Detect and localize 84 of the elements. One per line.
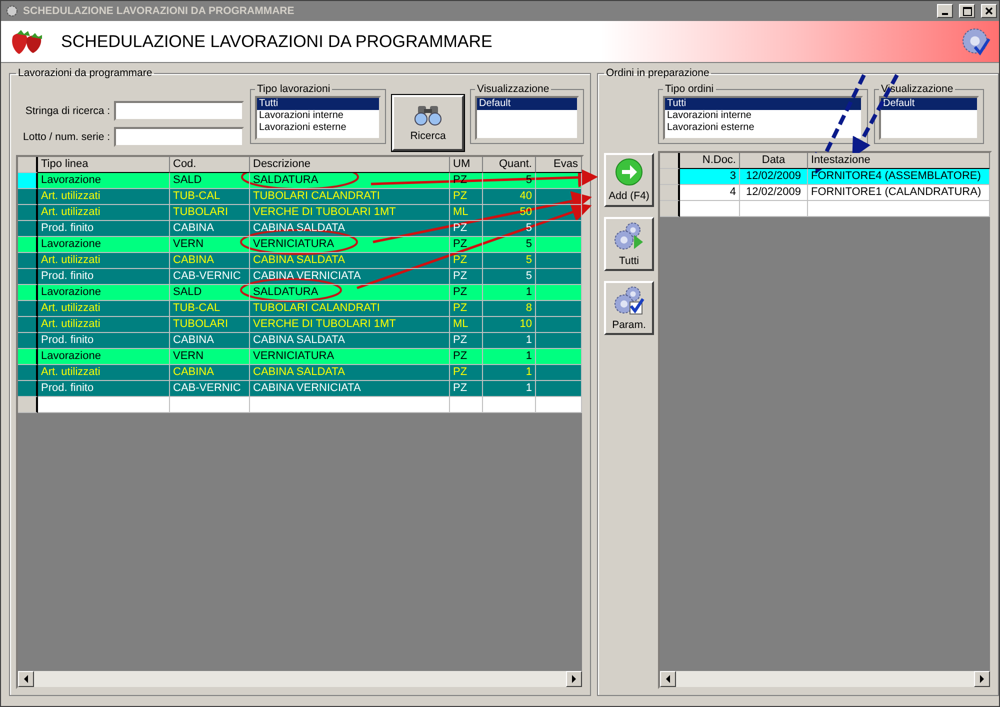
binoculars-icon bbox=[412, 104, 444, 126]
input-field[interactable] bbox=[114, 101, 244, 121]
right-arrow-icon bbox=[979, 675, 985, 683]
maximize-button[interactable] bbox=[959, 4, 975, 18]
group-title: Visualizzazione bbox=[880, 83, 954, 95]
table-row[interactable]: Art. utilizzati TUBOLARI VERCHE DI TUBOLARI 1MT ML 10 bbox=[18, 317, 582, 333]
column-header[interactable]: Tipo linea bbox=[38, 157, 170, 173]
group-title: Ordini in preparazione bbox=[605, 67, 710, 79]
list-box[interactable]: Default bbox=[475, 96, 579, 140]
table-row[interactable]: Lavorazione SALD SALDATURA PZ 1 bbox=[18, 285, 582, 301]
table-row[interactable]: Art. utilizzati CABINA CABINA SALDATA PZ 5 bbox=[18, 253, 582, 269]
gear-check-icon bbox=[961, 26, 991, 56]
table-row[interactable]: Prod. finito CABINA CABINA SALDATA PZ 1 bbox=[18, 333, 582, 349]
row-selector[interactable] bbox=[18, 349, 38, 365]
list-item[interactable]: Lavorazioni esterne bbox=[257, 122, 379, 134]
close-button[interactable] bbox=[981, 4, 997, 18]
gears-play-icon bbox=[613, 221, 645, 251]
row-selector[interactable] bbox=[18, 269, 38, 285]
column-header[interactable]: Intestazione bbox=[808, 153, 990, 169]
row-selector[interactable] bbox=[18, 253, 38, 269]
group-title: Visualizzazione bbox=[476, 83, 550, 95]
page-title: SCHEDULAZIONE LAVORAZIONI DA PROGRAMMARE bbox=[61, 32, 494, 52]
table-row[interactable]: Prod. finito CAB-VERNIC CABINA VERNICIATA PZ 1 bbox=[18, 381, 582, 397]
toolbar-button[interactable]: Tutti bbox=[604, 217, 654, 271]
row-selector[interactable] bbox=[18, 189, 38, 205]
table-row[interactable]: Art. utilizzati TUB-CAL TUBOLARI CALANDRATI PZ 40 bbox=[18, 189, 582, 205]
table-row[interactable]: Lavorazione VERN VERNICIATURA PZ 1 bbox=[18, 349, 582, 365]
minimize-button[interactable] bbox=[937, 4, 953, 18]
row-selector[interactable] bbox=[18, 365, 38, 381]
column-header[interactable]: Cod. bbox=[170, 157, 250, 173]
column-header[interactable]: Quant. bbox=[483, 157, 536, 173]
input-field[interactable] bbox=[114, 127, 244, 147]
list-item[interactable]: Default bbox=[881, 98, 977, 110]
list-item[interactable]: Tutti bbox=[665, 98, 861, 110]
list-box[interactable]: Tutti Lavorazioni interne Lavorazioni esterne bbox=[663, 96, 863, 140]
column-header[interactable]: Descrizione bbox=[250, 157, 450, 173]
table-row[interactable]: 4 12/02/2009 FORNITORE1 (CALANDRATURA) bbox=[660, 185, 990, 201]
row-selector[interactable] bbox=[18, 333, 38, 349]
list-item[interactable]: Default bbox=[477, 98, 577, 110]
list-item[interactable]: Lavorazioni interne bbox=[257, 110, 379, 122]
row-selector[interactable] bbox=[660, 185, 680, 201]
search-button[interactable]: Ricerca bbox=[392, 95, 464, 151]
left-arrow-icon bbox=[665, 675, 671, 683]
close-icon bbox=[985, 7, 993, 15]
row-selector[interactable] bbox=[18, 381, 38, 397]
table-row[interactable]: Prod. finito CAB-VERNIC CABINA VERNICIATA PZ 5 bbox=[18, 269, 582, 285]
group-title: Tipo ordini bbox=[664, 83, 715, 95]
list-item[interactable]: Lavorazioni esterne bbox=[665, 122, 861, 134]
row-selector[interactable] bbox=[18, 285, 38, 301]
toolbar-button[interactable]: Param. bbox=[604, 281, 654, 335]
window-title: SCHEDULAZIONE LAVORAZIONI DA PROGRAMMARE bbox=[23, 5, 296, 17]
table-row[interactable]: 3 12/02/2009 FORNITORE4 (ASSEMBLATORE) bbox=[660, 169, 990, 185]
row-selector[interactable] bbox=[18, 205, 38, 221]
gears-check-icon bbox=[613, 285, 645, 315]
row-selector[interactable] bbox=[18, 173, 38, 189]
column-header[interactable]: N.Doc. bbox=[680, 153, 740, 169]
table-row[interactable]: Art. utilizzati CABINA CABINA SALDATA PZ 1 bbox=[18, 365, 582, 381]
row-selector[interactable] bbox=[18, 397, 38, 413]
column-header[interactable]: UM bbox=[450, 157, 483, 173]
group-title: Lavorazioni da programmare bbox=[17, 67, 154, 79]
row-selector[interactable] bbox=[18, 221, 38, 237]
toolbar-button[interactable]: Add (F4) bbox=[604, 153, 654, 207]
field-label: Lotto / num. serie : bbox=[23, 131, 110, 143]
horizontal-scrollbar[interactable] bbox=[18, 671, 582, 687]
row-selector[interactable] bbox=[18, 237, 38, 253]
row-selector[interactable] bbox=[18, 317, 38, 333]
table-row[interactable]: Lavorazione VERN VERNICIATURA PZ 5 bbox=[18, 237, 582, 253]
column-header[interactable]: Data bbox=[740, 153, 808, 169]
table-row[interactable]: Art. utilizzati TUB-CAL TUBOLARI CALANDRATI PZ 8 bbox=[18, 301, 582, 317]
list-item[interactable]: Tutti bbox=[257, 98, 379, 110]
row-selector[interactable] bbox=[660, 201, 680, 217]
list-box[interactable]: Tutti Lavorazioni interne Lavorazioni esterne bbox=[255, 96, 381, 140]
row-selector[interactable] bbox=[18, 301, 38, 317]
gear-icon bbox=[5, 4, 19, 18]
list-item[interactable]: Lavorazioni interne bbox=[665, 110, 861, 122]
horizontal-scrollbar[interactable] bbox=[660, 671, 990, 687]
left-arrow-icon bbox=[23, 675, 29, 683]
column-header[interactable]: Evas bbox=[536, 157, 582, 173]
row-selector[interactable] bbox=[660, 169, 680, 185]
field-label: Stringa di ricerca : bbox=[25, 105, 110, 117]
right-arrow-icon bbox=[571, 675, 577, 683]
maximize-icon bbox=[962, 6, 972, 16]
group-title: Tipo lavorazioni bbox=[256, 83, 332, 95]
list-box[interactable]: Default bbox=[879, 96, 979, 140]
